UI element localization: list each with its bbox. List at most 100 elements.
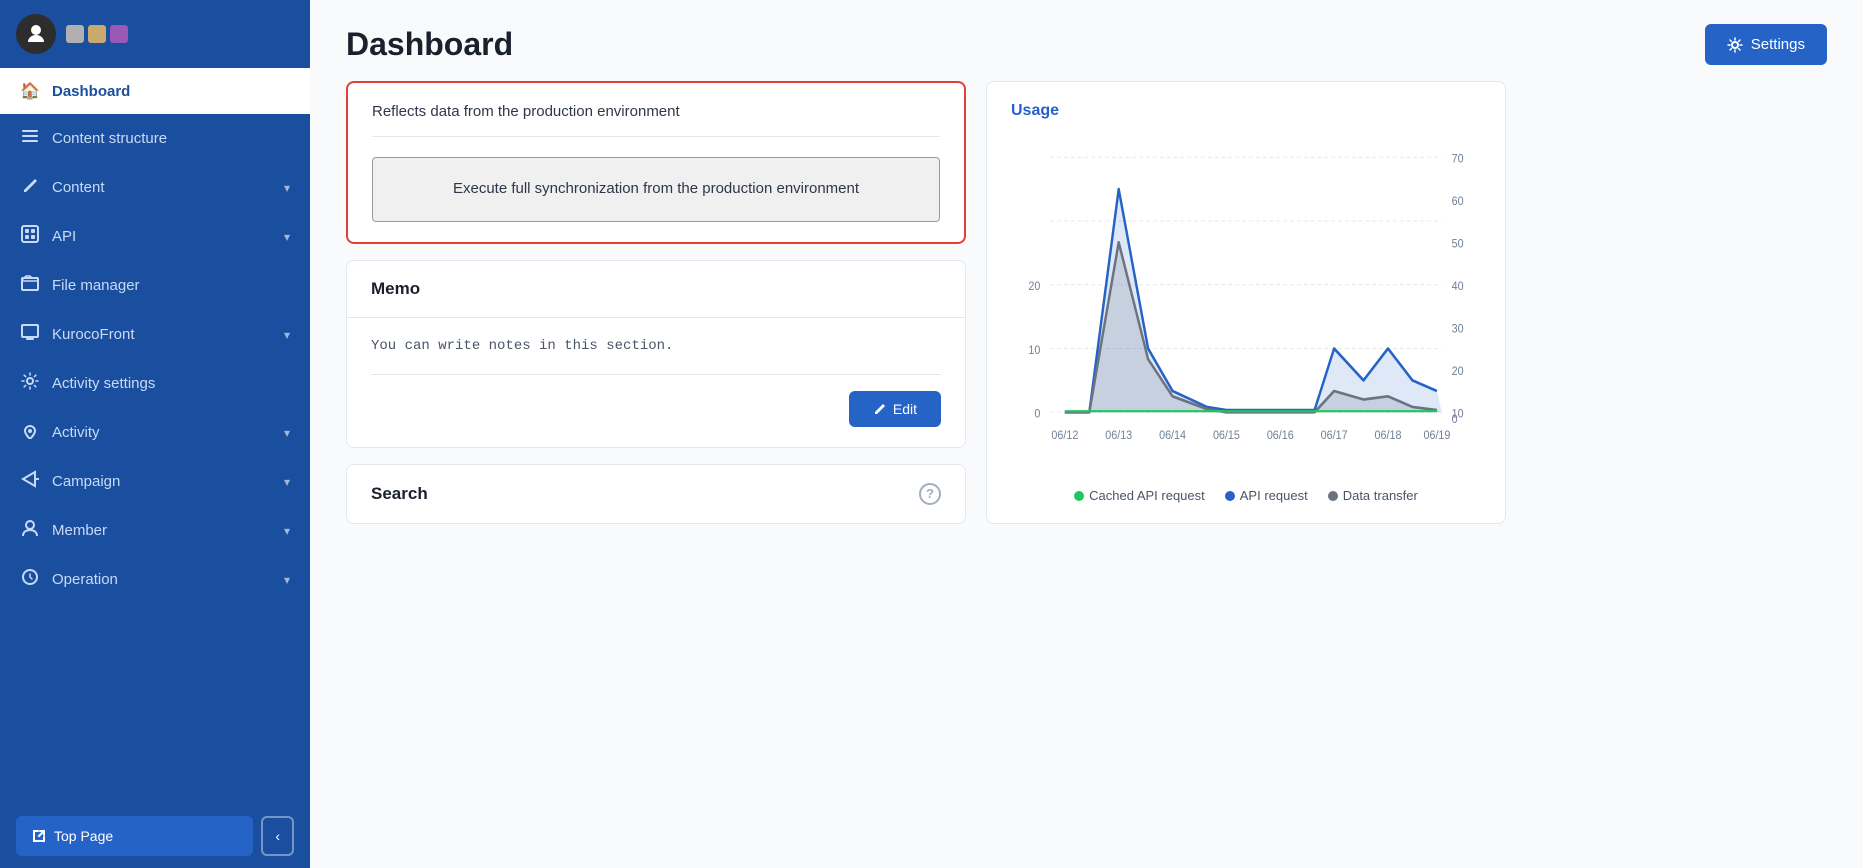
sidebar-label-file-manager: File manager [52, 277, 290, 294]
sidebar-item-dashboard[interactable]: 🏠 Dashboard [0, 68, 310, 114]
svg-text:10: 10 [1028, 344, 1040, 356]
content-structure-icon [20, 127, 40, 150]
main-right: Usage 20 10 0 70 [986, 81, 1506, 844]
kurocofront-icon [20, 323, 40, 346]
data-transfer-dot [1328, 491, 1338, 501]
legend-cached-api: Cached API request [1074, 488, 1205, 503]
legend-data-transfer: Data transfer [1328, 488, 1418, 503]
sidebar-label-dashboard: Dashboard [52, 83, 290, 100]
production-sync-card-inner: Reflects data from the production enviro… [348, 83, 964, 242]
color-dot-2 [88, 25, 106, 43]
sidebar: 🏠 Dashboard Content structure Content ▾ [0, 0, 310, 868]
svg-text:0: 0 [1034, 408, 1040, 420]
external-link-icon [32, 829, 46, 843]
top-page-button[interactable]: Top Page [16, 816, 253, 856]
edit-label: Edit [893, 401, 917, 417]
search-card-header: Search ? [347, 465, 965, 523]
svg-text:20: 20 [1028, 281, 1040, 293]
svg-text:30: 30 [1452, 323, 1464, 335]
sidebar-item-content[interactable]: Content ▾ [0, 163, 310, 212]
memo-text: You can write notes in this section. [371, 338, 941, 375]
app-logo [16, 14, 56, 54]
kurocofront-chevron-icon: ▾ [284, 328, 290, 342]
sidebar-label-api: API [52, 228, 272, 245]
svg-text:06/15: 06/15 [1213, 429, 1240, 441]
campaign-chevron-icon: ▾ [284, 475, 290, 489]
settings-button[interactable]: Settings [1705, 24, 1827, 65]
production-sync-card: Reflects data from the production enviro… [346, 81, 966, 244]
sidebar-label-kurocofront: KurocoFront [52, 326, 272, 343]
sidebar-label-content-structure: Content structure [52, 130, 290, 147]
cached-api-dot [1074, 491, 1084, 501]
sidebar-nav: 🏠 Dashboard Content structure Content ▾ [0, 68, 310, 804]
memo-card: Memo You can write notes in this section… [346, 260, 966, 448]
sidebar-item-activity-settings[interactable]: Activity settings [0, 359, 310, 408]
campaign-icon [20, 470, 40, 493]
sidebar-label-member: Member [52, 522, 272, 539]
main-left: Reflects data from the production enviro… [346, 81, 966, 844]
svg-text:06/19: 06/19 [1423, 429, 1450, 441]
svg-text:06/13: 06/13 [1105, 429, 1132, 441]
sidebar-label-operation: Operation [52, 571, 272, 588]
content-icon [20, 176, 40, 199]
memo-card-body: You can write notes in this section. Edi… [347, 318, 965, 447]
sidebar-item-campaign[interactable]: Campaign ▾ [0, 457, 310, 506]
main-header: Dashboard Settings [310, 0, 1863, 81]
search-card-title: Search [371, 484, 428, 504]
legend-api-request-label: API request [1240, 488, 1308, 503]
settings-gear-icon [1727, 37, 1743, 53]
sidebar-collapse-button[interactable]: ‹ [261, 816, 294, 856]
legend-cached-api-label: Cached API request [1089, 488, 1205, 503]
usage-title: Usage [1011, 102, 1481, 120]
operation-chevron-icon: ▾ [284, 573, 290, 587]
sidebar-item-file-manager[interactable]: File manager [0, 261, 310, 310]
svg-text:06/18: 06/18 [1375, 429, 1402, 441]
chart-container: 20 10 0 70 60 50 40 30 20 10 0 06/12 [1011, 136, 1481, 476]
sidebar-header [0, 0, 310, 68]
member-chevron-icon: ▾ [284, 524, 290, 538]
page-title: Dashboard [346, 26, 513, 63]
api-request-dot [1225, 491, 1235, 501]
svg-text:60: 60 [1452, 196, 1464, 208]
memo-card-title: Memo [347, 261, 965, 318]
sync-button[interactable]: Execute full synchronization from the pr… [372, 157, 940, 222]
color-dot-1 [66, 25, 84, 43]
chart-legend: Cached API request API request Data tran… [1011, 488, 1481, 503]
sidebar-item-kurocofront[interactable]: KurocoFront ▾ [0, 310, 310, 359]
member-icon [20, 519, 40, 542]
svg-text:20: 20 [1452, 366, 1464, 378]
help-icon[interactable]: ? [919, 483, 941, 505]
production-notice-text: Reflects data from the production enviro… [372, 103, 940, 137]
svg-text:40: 40 [1452, 281, 1464, 293]
color-dots [66, 25, 128, 43]
main-content: Dashboard Settings Reflects data from th… [310, 0, 1863, 868]
search-card: Search ? [346, 464, 966, 524]
activity-icon [20, 421, 40, 444]
svg-text:06/14: 06/14 [1159, 429, 1186, 441]
sidebar-item-member[interactable]: Member ▾ [0, 506, 310, 555]
settings-label: Settings [1751, 36, 1805, 53]
sidebar-item-content-structure[interactable]: Content structure [0, 114, 310, 163]
home-icon: 🏠 [20, 81, 40, 101]
svg-text:06/16: 06/16 [1267, 429, 1294, 441]
sidebar-item-activity[interactable]: Activity ▾ [0, 408, 310, 457]
activity-settings-icon [20, 372, 40, 395]
api-icon [20, 225, 40, 248]
main-body: Reflects data from the production enviro… [310, 81, 1863, 868]
operation-icon [20, 568, 40, 591]
svg-text:06/17: 06/17 [1321, 429, 1348, 441]
color-dot-3 [110, 25, 128, 43]
usage-chart: 20 10 0 70 60 50 40 30 20 10 0 06/12 [1011, 136, 1481, 476]
sidebar-label-content: Content [52, 179, 272, 196]
sidebar-footer: Top Page ‹ [0, 804, 310, 868]
edit-button[interactable]: Edit [849, 391, 941, 427]
edit-pencil-icon [873, 402, 887, 416]
memo-card-footer: Edit [371, 391, 941, 427]
legend-data-transfer-label: Data transfer [1343, 488, 1418, 503]
svg-text:06/12: 06/12 [1051, 429, 1078, 441]
svg-text:70: 70 [1452, 153, 1464, 165]
sidebar-label-activity: Activity [52, 424, 272, 441]
sidebar-label-activity-settings: Activity settings [52, 375, 290, 392]
sidebar-item-operation[interactable]: Operation ▾ [0, 555, 310, 604]
sidebar-item-api[interactable]: API ▾ [0, 212, 310, 261]
